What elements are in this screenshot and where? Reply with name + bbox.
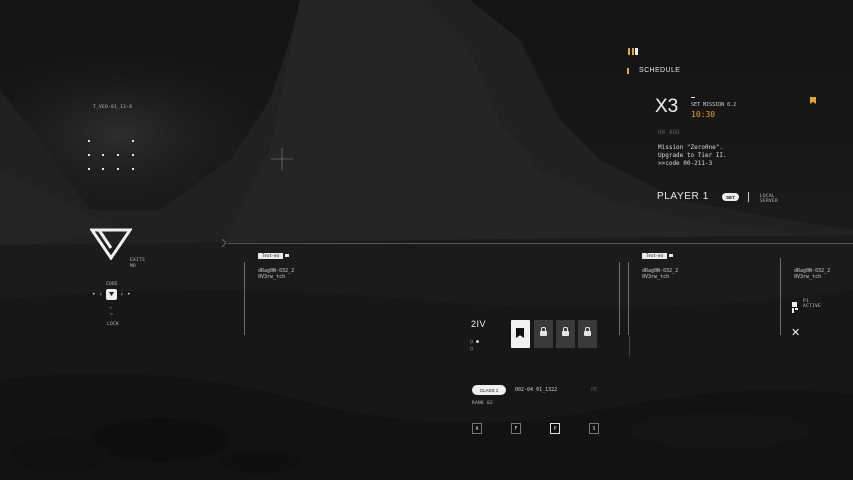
selector-top-label: CODE [106,282,119,287]
key-f[interactable]: F [511,423,521,434]
tile-locked[interactable] [556,320,575,348]
pagination-dots[interactable]: ○ ● ○ [470,339,479,353]
small-marker-icon: ▫ [110,312,114,317]
logo-side-text: EXITS MO [130,258,146,269]
set-button[interactable]: SET [722,193,739,201]
player-icon-label: P1 ACTIVE [803,299,822,309]
pause-icon[interactable] [628,48,638,55]
key-a[interactable]: A [472,423,482,434]
dot-right-icon: • [127,291,131,298]
edge-left-border [780,258,781,335]
multiplier-label: X3 [655,96,679,117]
bookmark-icon [516,328,524,338]
tile-locked[interactable] [534,320,553,348]
key-s[interactable]: S [589,423,599,434]
panel-tag-2: Text-ed [642,253,673,259]
mission-message: Mission "Zero0ne". Upgrade to Tier II. >… [658,144,727,167]
chevron-right-icon[interactable]: › [120,291,124,298]
menu-box-icon[interactable] [106,289,117,300]
dot-grid-icon [88,140,134,172]
key-p[interactable]: P [550,423,560,434]
rank-text: RANK 02 [472,401,494,406]
server-label: LOCAL SERVER [760,194,779,204]
mission-label: SET MISSION 0.2 [691,102,737,108]
close-icon[interactable]: ✕ [791,327,800,338]
panel-data: dRag0N-032_2 0V3rw_tch [258,268,295,280]
dash-marker [691,97,695,98]
code-label: T_VEO-01_13-8 [93,105,133,110]
lock-icon [540,327,547,336]
chevron-left-icon[interactable]: ‹ [99,291,103,298]
class-button[interactable]: CLASS 1 [472,385,506,395]
days-label: 08 AGO [658,129,680,136]
lock-icon [584,327,591,336]
panel2-data: dRag0N-032_2 0V3rw_tch [642,268,679,280]
panel-top-line [228,243,853,244]
class-tail: PE [591,387,598,393]
edge-data: dRag0N-032_2 0V3rw_tch [794,268,831,280]
triangle-logo-icon [89,228,133,264]
player-label: PLAYER 1 [657,191,709,202]
tile-divider [629,336,630,356]
schedule-marker [627,68,629,74]
selector-bottom-label: LOCK [107,322,120,327]
dot-left-icon: • [92,291,96,298]
tile-locked[interactable] [578,320,597,348]
divider [748,192,749,202]
rank-label: 2IV [471,319,487,329]
panel-left-border [244,262,245,335]
tile-active[interactable] [511,320,530,348]
selector-control[interactable]: • ‹ › • [92,289,132,301]
class-code: 002-04 01_1322 [515,387,558,393]
panel2-left-border [628,262,629,335]
schedule-label: SCHEDULE [639,67,681,74]
panel-right-border [619,262,620,335]
mission-time: 10:30 [691,110,716,119]
lock-icon [562,327,569,336]
chevron-down-icon: ⌄ [109,304,113,310]
player-icon[interactable] [792,298,800,313]
panel-tag: Text-ed [258,253,289,259]
